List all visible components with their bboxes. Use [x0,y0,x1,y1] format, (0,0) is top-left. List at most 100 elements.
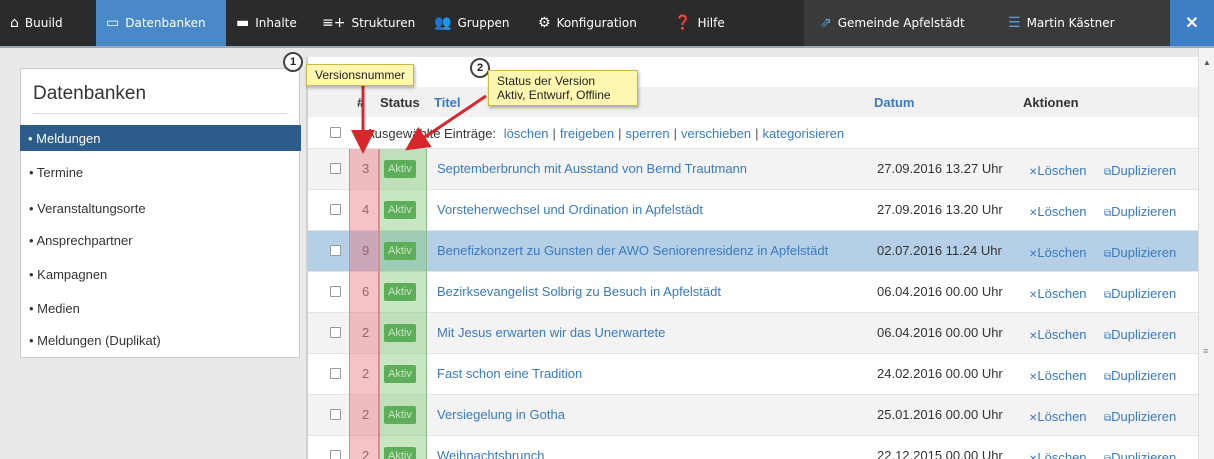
entry-date: 22.12.2015 00.00 Uhr [877,448,1003,459]
table-row[interactable]: 2 Aktiv Versiegelung in Gotha 25.01.2016 00… [308,395,1198,436]
entry-title-link[interactable]: Bezirksevangelist Solbrig zu Besuch in A… [437,284,721,299]
header-date[interactable]: Datum [874,95,914,110]
duplicate-link[interactable]: ⧉Duplizieren [1104,409,1176,424]
nav-item-hilfe[interactable]: ❓ Hilfe [664,0,804,46]
entry-date: 06.04.2016 00.00 Uhr [877,325,1003,340]
table-row[interactable]: 9 Aktiv Benefizkonzert zu Gunsten der AWO … [308,231,1198,272]
duplicate-link[interactable]: ⧉Duplizieren [1104,163,1176,178]
entry-title-link[interactable]: Vorsteherwechsel und Ordination in Apfel… [437,202,703,217]
callout-marker-1: 1 [283,52,303,72]
table-row[interactable]: 3 Aktiv Septemberbrunch mit Ausstand von B… [308,149,1198,190]
entry-date: 02.07.2016 11.24 Uhr [877,243,1002,258]
list-add-icon: ≡+ [322,15,346,31]
row-checkbox[interactable] [330,368,341,379]
duplicate-link[interactable]: ⧉Duplizieren [1104,368,1176,383]
select-all-checkbox[interactable] [330,127,341,138]
entry-title-link[interactable]: Septemberbrunch mit Ausstand von Bernd T… [437,161,747,176]
sidebar-item-medien[interactable]: • Medien [21,295,299,321]
header-status: Status [380,95,420,110]
duplicate-link[interactable]: ⧉Duplizieren [1104,204,1176,219]
top-navbar: ⌂ Buuild ▭ Datenbanken ▬ Inhalte ≡+ Stru… [0,0,1214,48]
row-checkbox[interactable] [330,409,341,420]
entry-date: 25.01.2016 00.00 Uhr [877,407,1003,422]
delete-link[interactable]: ✕Löschen [1029,450,1087,459]
duplicate-link[interactable]: ⧉Duplizieren [1104,327,1176,342]
duplicate-label: Duplizieren [1111,450,1177,459]
status-column-highlight [379,149,427,459]
close-icon[interactable]: ✕ [1170,0,1214,46]
sidebar-item-veranstaltungsorte[interactable]: • Veranstaltungsorte [21,195,299,221]
callout-marker-2: 2 [470,58,490,78]
delete-label: Löschen [1037,286,1087,301]
entry-title-link[interactable]: Mit Jesus erwarten wir das Unerwartete [437,325,665,340]
table-row[interactable]: 4 Aktiv Vorsteherwechsel und Ordination in… [308,190,1198,231]
nav-item-inhalte[interactable]: ▬ Inhalte [226,0,312,46]
row-checkbox[interactable] [330,245,341,256]
vertical-scrollbar[interactable]: ▲ ≡ [1198,48,1214,459]
delete-link[interactable]: ✕Löschen [1029,286,1087,301]
table-row[interactable]: 2 Aktiv Weihnachtsbrunch 22.12.2015 00.00 U… [308,436,1198,459]
scroll-grip-icon[interactable]: ≡ [1203,346,1208,356]
nav-label: Gruppen [457,16,510,30]
header-title[interactable]: Titel [434,95,461,110]
duplicate-link[interactable]: ⧉Duplizieren [1104,450,1176,459]
nav-item-strukturen[interactable]: ≡+ Strukturen [312,0,424,46]
entry-date: 27.09.2016 13.20 Uhr [877,202,1003,217]
nav-item-gruppen[interactable]: 👥 Gruppen [424,0,528,46]
entry-title-link[interactable]: Benefizkonzert zu Gunsten der AWO Senior… [437,243,828,258]
separator: | [673,126,677,141]
home-icon: ⌂ [10,15,19,31]
delete-label: Löschen [1037,163,1087,178]
table-row[interactable]: 6 Aktiv Bezirksevangelist Solbrig zu Besuc… [308,272,1198,313]
sidebar-item-meldungen[interactable]: • Meldungen [20,125,301,151]
scroll-up-icon[interactable]: ▲ [1203,58,1211,67]
row-checkbox[interactable] [330,286,341,297]
delete-label: Löschen [1037,409,1087,424]
separator: | [618,126,622,141]
entry-title-link[interactable]: Fast schon eine Tradition [437,366,582,381]
table-row[interactable]: 2 Aktiv Mit Jesus erwarten wir das Unerwar… [308,313,1198,354]
callout-text-line2: Aktiv, Entwurf, Offline [497,88,611,102]
divider [33,113,287,114]
sidebar-item-kampagnen[interactable]: • Kampagnen [21,261,299,287]
nav-item-buuild[interactable]: ⌂ Buuild [0,0,96,46]
bulk-release-link[interactable]: freigeben [560,126,614,141]
delete-link[interactable]: ✕Löschen [1029,368,1087,383]
nav-label: Datenbanken [125,16,206,30]
calendar-icon: ▭ [106,15,120,31]
bulk-lock-link[interactable]: sperren [626,126,670,141]
nav-item-konfiguration[interactable]: ⚙ Konfiguration [528,0,664,46]
entry-title-link[interactable]: Weihnachtsbrunch [437,448,544,459]
entry-title-link[interactable]: Versiegelung in Gotha [437,407,565,422]
duplicate-link[interactable]: ⧉Duplizieren [1104,286,1176,301]
entry-date: 06.04.2016 00.00 Uhr [877,284,1003,299]
nav-item-datenbanken[interactable]: ▭ Datenbanken [96,0,226,46]
delete-link[interactable]: ✕Löschen [1029,409,1087,424]
row-checkbox[interactable] [330,450,341,459]
sidebar-title: Datenbanken [33,83,147,104]
nav-label: Hilfe [697,16,725,30]
nav-user-menu[interactable]: ☰ Martin Kästner [990,0,1170,46]
delete-label: Löschen [1037,204,1087,219]
delete-link[interactable]: ✕Löschen [1029,163,1087,178]
bulk-move-link[interactable]: verschieben [681,126,751,141]
nav-label: Konfiguration [556,16,637,30]
row-checkbox[interactable] [330,204,341,215]
duplicate-label: Duplizieren [1111,409,1177,424]
bulk-delete-link[interactable]: löschen [504,126,549,141]
sidebar-item-termine[interactable]: • Termine [21,159,299,185]
row-checkbox[interactable] [330,163,341,174]
table-row[interactable]: 2 Aktiv Fast schon eine Tradition 24.02.201… [308,354,1198,395]
delete-link[interactable]: ✕Löschen [1029,204,1087,219]
duplicate-link[interactable]: ⧉Duplizieren [1104,245,1176,260]
separator: | [552,126,556,141]
duplicate-label: Duplizieren [1111,163,1177,178]
sidebar-item-ansprechpartner[interactable]: • Ansprechpartner [21,227,299,253]
delete-link[interactable]: ✕Löschen [1029,327,1087,342]
sidebar-item-meldungen-duplikat[interactable]: • Meldungen (Duplikat) [21,327,299,353]
row-checkbox[interactable] [330,327,341,338]
nav-label: Strukturen [351,16,416,30]
bulk-categorize-link[interactable]: kategorisieren [763,126,845,141]
delete-link[interactable]: ✕Löschen [1029,245,1087,260]
nav-site-link[interactable]: ⇗ Gemeinde Apfelstädt [804,0,990,46]
